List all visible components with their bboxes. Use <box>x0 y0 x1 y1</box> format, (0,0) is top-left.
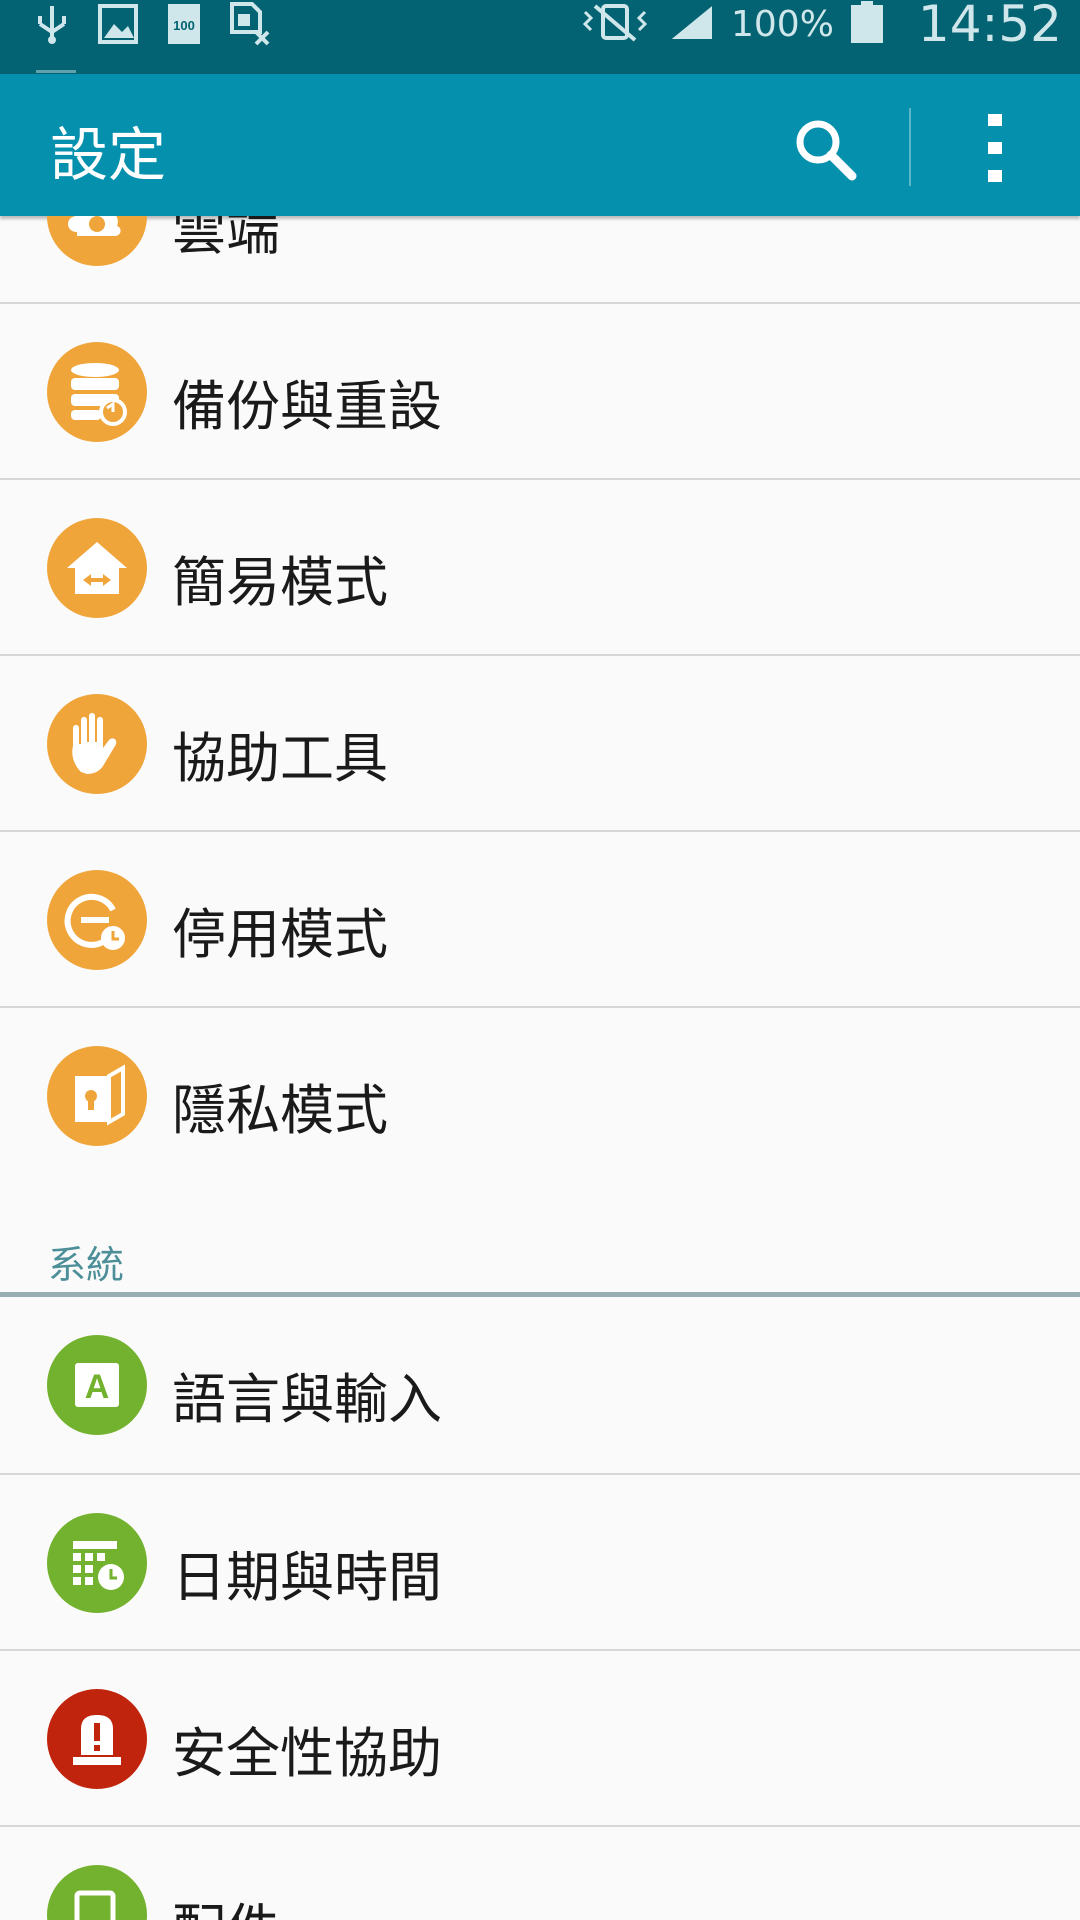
settings-item-safety-assistance[interactable]: 安全性協助 <box>0 1651 1080 1827</box>
clock: 14:52 <box>917 0 1062 53</box>
app-bar: 設定 <box>0 74 1080 216</box>
page-title: 設定 <box>50 121 167 189</box>
settings-item-label: 停用模式 <box>172 903 388 966</box>
signal-icon <box>666 1 715 46</box>
settings-item-backup-reset[interactable]: 備份與重設 <box>0 304 1080 480</box>
settings-item-label: 雲端 <box>172 216 280 262</box>
settings-item-label: 備份與重設 <box>172 375 442 438</box>
status-bar: 100 100% 14:52 <box>0 0 1080 74</box>
settings-item-private-mode[interactable]: 隱私模式 <box>0 1008 1080 1184</box>
notification-icons: 100 <box>30 0 272 73</box>
settings-item-label: 隱私模式 <box>172 1079 388 1142</box>
notification-underline <box>36 70 76 73</box>
settings-item-label: 安全性協助 <box>172 1722 442 1785</box>
settings-item-label: 簡易模式 <box>172 551 388 614</box>
backup-reset-icon <box>47 342 147 442</box>
date-time-icon <box>47 1513 147 1613</box>
sim-off-icon <box>228 2 272 46</box>
settings-item-label: 配件 <box>172 1885 280 1920</box>
settings-list[interactable]: 雲端 備份與重設 簡易模式 協助工具 停用模式 隱私模式 系統 A 語言與輸入 … <box>0 216 1080 1920</box>
svg-text:A: A <box>85 1368 110 1406</box>
search-icon[interactable] <box>790 114 860 184</box>
settings-item-label: 日期與時間 <box>172 1546 442 1609</box>
accessibility-hand-icon <box>47 694 147 794</box>
settings-item-label: 協助工具 <box>172 727 388 790</box>
mute-vibrate-icon <box>581 2 651 46</box>
settings-item-language-input[interactable]: A 語言與輸入 <box>0 1297 1080 1473</box>
settings-item-date-time[interactable]: 日期與時間 <box>0 1475 1080 1651</box>
storage-100-icon: 100 <box>162 2 206 46</box>
private-mode-icon <box>47 1046 147 1146</box>
cloud-icon <box>47 216 147 266</box>
accessories-icon <box>47 1865 147 1920</box>
settings-item-blocking-mode[interactable]: 停用模式 <box>0 832 1080 1008</box>
system-icons: 100% 14:52 <box>581 0 1062 53</box>
usb-icon <box>30 2 74 46</box>
safety-assistance-icon <box>47 1689 147 1789</box>
more-vert-icon[interactable] <box>975 110 1015 186</box>
language-input-icon: A <box>47 1335 147 1435</box>
settings-item-accessories[interactable]: 配件 <box>0 1827 1080 1920</box>
settings-item-label: 語言與輸入 <box>172 1368 442 1431</box>
settings-item-cloud[interactable]: 雲端 <box>0 216 1080 304</box>
image-icon <box>96 2 140 46</box>
battery-icon <box>850 1 884 47</box>
svg-text:100: 100 <box>173 18 195 33</box>
settings-item-easy-mode[interactable]: 簡易模式 <box>0 480 1080 656</box>
battery-percent: 100% <box>730 3 834 45</box>
easy-mode-icon <box>47 518 147 618</box>
blocking-mode-icon <box>47 870 147 970</box>
settings-item-accessibility[interactable]: 協助工具 <box>0 656 1080 832</box>
app-bar-divider <box>909 108 911 186</box>
section-header-system: 系統 <box>48 1243 125 1287</box>
